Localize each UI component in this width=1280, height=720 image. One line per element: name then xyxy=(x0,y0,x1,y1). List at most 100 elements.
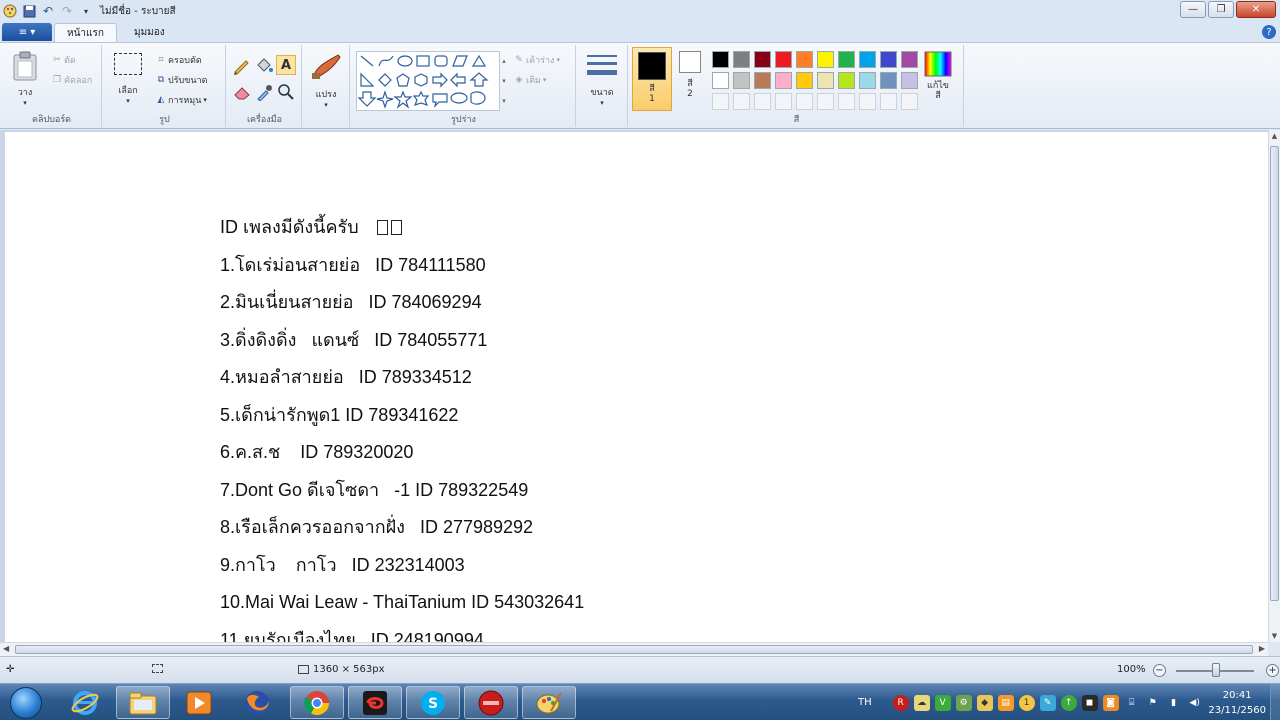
select-button[interactable]: เลือก ▾ xyxy=(114,53,142,105)
custom-color-slot[interactable] xyxy=(796,93,813,110)
taskbar-firefox[interactable] xyxy=(230,686,284,719)
custom-color-slot[interactable] xyxy=(754,93,771,110)
outline-button[interactable]: ✎ เค้าร่าง ▾ xyxy=(512,53,560,67)
drawing-canvas[interactable]: ID เพลงมีดังนี้ครับ 1.โดเร่ม่อนสายย่อ ID… xyxy=(5,132,1268,642)
wifi-icon[interactable]: ▮ xyxy=(1166,695,1182,711)
help-icon[interactable]: ? xyxy=(1262,25,1276,39)
rotate-button[interactable]: ◭ การหมุน ▾ xyxy=(154,93,207,107)
start-button[interactable] xyxy=(4,685,48,720)
custom-color-slot[interactable] xyxy=(901,93,918,110)
file-menu-button[interactable]: ≡ ▾ xyxy=(2,23,52,41)
tray-device-icon[interactable]: ⌸ xyxy=(1124,695,1140,711)
palette-swatch[interactable] xyxy=(838,72,855,89)
magnifier-tool[interactable] xyxy=(276,83,296,101)
save-icon[interactable] xyxy=(21,3,37,19)
palette-swatch[interactable] xyxy=(712,72,729,89)
taskbar-media-player[interactable] xyxy=(172,686,226,719)
palette-swatch[interactable] xyxy=(817,72,834,89)
tray-badge-icon[interactable]: 1 xyxy=(1018,694,1035,711)
resize-button[interactable]: ⧉ ปรับขนาด xyxy=(154,73,208,87)
tray-v-icon[interactable]: V xyxy=(934,694,951,711)
crop-button[interactable]: ⌗ ครอบตัด xyxy=(154,53,201,67)
tray-tag-icon[interactable]: ◆ xyxy=(976,694,993,711)
customize-dropdown-icon[interactable]: ▾ xyxy=(78,3,94,19)
scroll-down-icon[interactable]: ▼ xyxy=(1269,630,1280,642)
maximize-button[interactable]: ❐ xyxy=(1208,1,1234,18)
tray-r-icon[interactable]: R xyxy=(892,694,909,711)
scroll-left-icon[interactable]: ◀ xyxy=(3,644,9,653)
custom-color-slot[interactable] xyxy=(775,93,792,110)
taskbar-skype[interactable]: S xyxy=(406,686,460,719)
eraser-tool[interactable] xyxy=(232,83,252,101)
zoom-out-button[interactable]: − xyxy=(1153,664,1166,677)
taskbar-garena[interactable] xyxy=(348,686,402,719)
clock[interactable]: 20:41 23/11/2560 xyxy=(1208,688,1266,718)
zoom-slider-thumb[interactable] xyxy=(1212,663,1220,677)
cut-button[interactable]: ✂ ตัด xyxy=(50,53,75,67)
taskbar-recorder[interactable] xyxy=(464,686,518,719)
language-indicator[interactable]: TH xyxy=(858,697,872,708)
palette-swatch[interactable] xyxy=(754,72,771,89)
horizontal-scrollbar[interactable]: ◀ ▶ xyxy=(0,642,1268,656)
tray-update-icon[interactable]: ↑ xyxy=(1060,694,1077,711)
palette-swatch[interactable] xyxy=(901,51,918,68)
edit-colors-button[interactable]: แก้ไข สี xyxy=(924,51,952,101)
fill-tool[interactable] xyxy=(254,57,274,75)
paint-app-icon[interactable] xyxy=(2,3,18,19)
color1-button[interactable]: สี 1 xyxy=(632,47,672,111)
tab-view[interactable]: มุมมอง xyxy=(122,23,177,42)
taskbar-internet-explorer[interactable] xyxy=(58,686,112,719)
size-button[interactable]: ขนาด ▾ xyxy=(586,53,618,107)
palette-swatch[interactable] xyxy=(859,72,876,89)
shapes-gallery[interactable] xyxy=(356,51,500,111)
redo-icon[interactable]: ↷ xyxy=(59,3,75,19)
flag-icon[interactable]: ⚑ xyxy=(1145,695,1161,711)
horizontal-scroll-thumb[interactable] xyxy=(15,645,1253,654)
palette-swatch[interactable] xyxy=(775,72,792,89)
palette-swatch[interactable] xyxy=(817,51,834,68)
copy-button[interactable]: ❐ คัดลอก xyxy=(50,73,92,87)
vertical-scrollbar[interactable]: ▲ ▼ xyxy=(1268,130,1280,642)
custom-color-slot[interactable] xyxy=(733,93,750,110)
tray-network-icon[interactable]: ✎ xyxy=(1039,694,1056,711)
custom-color-slot[interactable] xyxy=(880,93,897,110)
custom-color-slot[interactable] xyxy=(838,93,855,110)
palette-swatch[interactable] xyxy=(733,51,750,68)
tray-gear-icon[interactable]: ⚙ xyxy=(955,694,972,711)
show-desktop-button[interactable] xyxy=(1270,684,1280,720)
text-tool[interactable]: A xyxy=(276,55,296,75)
brushes-button[interactable]: แปรง ▾ xyxy=(310,51,342,109)
palette-swatch[interactable] xyxy=(796,51,813,68)
color-picker-tool[interactable] xyxy=(254,83,274,101)
color2-button[interactable]: สี 2 xyxy=(676,51,704,111)
palette-swatch[interactable] xyxy=(754,51,771,68)
scroll-right-icon[interactable]: ▶ xyxy=(1259,644,1265,653)
custom-color-slot[interactable] xyxy=(817,93,834,110)
tab-home[interactable]: หน้าแรก xyxy=(54,23,117,42)
palette-swatch[interactable] xyxy=(901,72,918,89)
pencil-tool[interactable] xyxy=(232,57,252,75)
palette-swatch[interactable] xyxy=(712,51,729,68)
shapes-scroll[interactable]: ▴ ▾ ▾ xyxy=(500,51,508,111)
undo-icon[interactable]: ↶ xyxy=(40,3,56,19)
palette-swatch[interactable] xyxy=(733,72,750,89)
palette-swatch[interactable] xyxy=(838,51,855,68)
tray-shield-icon[interactable]: ◼ xyxy=(1081,694,1098,711)
tray-cloud-icon[interactable]: ☁ xyxy=(913,694,930,711)
custom-color-slot[interactable] xyxy=(712,93,729,110)
palette-swatch[interactable] xyxy=(796,72,813,89)
paste-button[interactable]: วาง ▾ xyxy=(12,51,38,107)
palette-swatch[interactable] xyxy=(880,72,897,89)
palette-swatch[interactable] xyxy=(880,51,897,68)
palette-swatch[interactable] xyxy=(859,51,876,68)
zoom-in-button[interactable]: + xyxy=(1266,664,1279,677)
custom-color-slot[interactable] xyxy=(859,93,876,110)
fill-button[interactable]: ◈ เติม ▾ xyxy=(512,73,547,87)
taskbar-chrome[interactable] xyxy=(290,686,344,719)
tray-orange-icon[interactable]: ◙ xyxy=(1102,694,1119,711)
close-button[interactable]: ✕ xyxy=(1236,1,1276,18)
taskbar-file-explorer[interactable] xyxy=(116,686,170,719)
palette-swatch[interactable] xyxy=(775,51,792,68)
vertical-scroll-thumb[interactable] xyxy=(1270,146,1279,601)
scroll-up-icon[interactable]: ▲ xyxy=(1269,130,1280,142)
